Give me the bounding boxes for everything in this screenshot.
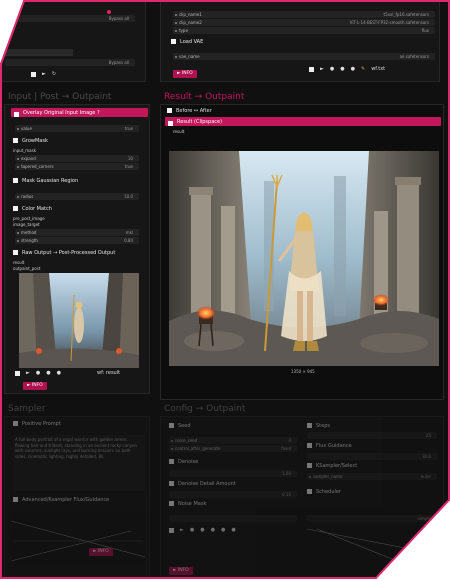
left-controls: ► ● ● ● wf: result <box>15 370 120 376</box>
positive-prompt-text[interactable]: A full-body portrait of a regal warrior … <box>13 435 145 491</box>
center-panel-title: Result → Outpaint <box>164 92 245 102</box>
load-vae-toggle[interactable]: Load VAE <box>171 39 203 45</box>
scheduler-row[interactable]: simple <box>307 515 437 522</box>
config-controls: ► ● ● ● ● ● <box>169 527 236 533</box>
value-row[interactable]: value true <box>15 125 139 132</box>
dot-icon[interactable]: ● <box>340 66 344 72</box>
refresh-icon[interactable]: ↻ <box>52 71 56 77</box>
canyon-warrior-image <box>169 151 439 366</box>
method-row[interactable]: method mkl <box>15 229 139 236</box>
top-left-panel: Bypass all Bypass all ► ↻ <box>0 0 146 82</box>
type-row[interactable]: type flux <box>173 27 435 34</box>
top-left-slot <box>1 49 73 56</box>
pre-post-image-label: pre_post_image <box>13 216 45 221</box>
outpaint-post-label: outpaint_post <box>13 266 41 271</box>
dot-icon[interactable]: ● <box>57 370 61 376</box>
dot-icon[interactable]: ● <box>351 66 355 72</box>
checkbox-icon[interactable] <box>15 370 20 376</box>
config-info-button[interactable]: ► INFO <box>169 567 193 575</box>
noise-seed-row[interactable]: noise_seed 0 <box>169 437 297 444</box>
sampler-name-row[interactable]: sampler_name euler <box>307 473 437 480</box>
play-icon[interactable]: ► <box>26 370 30 376</box>
input-mask-label: input_mask <box>13 148 37 153</box>
play-icon[interactable]: ► <box>42 71 46 77</box>
control-after-generate-row[interactable]: control_after_generate fixed <box>169 445 297 452</box>
clip-name1-row[interactable]: clip_name1 t5xxl_fp16.safetensors <box>173 11 435 18</box>
outpaint-preview-image[interactable] <box>19 273 139 368</box>
sampler-info-button[interactable]: ► INFO <box>89 548 113 556</box>
sampler-panel-title: Sampler <box>8 404 46 414</box>
result-output-label: result <box>173 129 185 134</box>
clip-name2-row[interactable]: clip_name2 ViT-L-14-BEST-FP32-smooth.saf… <box>173 19 435 26</box>
left-info-button[interactable]: ► INFO <box>23 382 47 390</box>
noise-mask-row[interactable] <box>169 515 297 522</box>
top-right-panel: clip_name1 t5xxl_fp16.safetensors clip_n… <box>160 0 440 82</box>
steps-toggle[interactable]: Steps <box>307 423 330 429</box>
result-image[interactable] <box>169 151 439 366</box>
left-panel-title: Input | Post → Outpaint <box>8 92 112 102</box>
top-left-controls: ► ↻ <box>31 71 56 77</box>
dot-icon[interactable]: ● <box>36 370 40 376</box>
top-left-row-1[interactable]: Bypass all <box>5 15 135 22</box>
image-target-label: image_target <box>13 222 40 227</box>
dot-icon[interactable]: ● <box>211 527 215 533</box>
radius-row[interactable]: radius 10.0 <box>15 193 139 200</box>
top-right-controls: ► ● ● ● ✎ wf.txt <box>309 66 385 72</box>
status-dot <box>107 10 111 14</box>
center-panel: Before ↔ After Result (Clipspace) result <box>160 104 444 400</box>
second-section-toggle[interactable]: Advanced/Ksampler Flux/Guidance <box>13 497 109 503</box>
config-connection-lines <box>307 528 441 562</box>
wf-result-label: wf: result <box>96 370 121 376</box>
checkbox-icon[interactable] <box>309 66 314 72</box>
denoise-row[interactable]: 1.00 <box>169 470 297 477</box>
denoise-toggle[interactable]: Denoise <box>169 459 198 465</box>
image-dimensions-caption: 1350 × 945 <box>291 369 315 374</box>
positive-prompt-toggle[interactable]: Positive Prompt <box>13 421 61 427</box>
guidance-row[interactable]: 30.0 <box>307 453 437 460</box>
denoise-detail-toggle[interactable]: Denoise Detail Amount <box>169 481 236 487</box>
vae-name-row[interactable]: vae_name ae.safetensors <box>173 53 435 60</box>
top-left-row-2[interactable]: Bypass all <box>5 59 135 66</box>
play-icon[interactable]: ► <box>320 66 324 72</box>
config-panel: Seed noise_seed 0 control_after_generate… <box>160 416 444 579</box>
canvas-workspace[interactable]: Bypass all Bypass all ► ↻ clip_name1 t5x… <box>0 0 450 579</box>
wf-label: wf.txt <box>371 66 386 72</box>
dot-icon[interactable]: ● <box>190 527 194 533</box>
result-label: result <box>13 260 25 265</box>
dot-icon[interactable]: ● <box>231 527 235 533</box>
flux-guidance-toggle[interactable]: Flux Guidance <box>307 443 352 449</box>
tapered-corners-row[interactable]: tapered_corners true <box>15 163 139 170</box>
dot-icon[interactable]: ● <box>221 527 225 533</box>
left-panel: Overlay Original Input Image ? value tru… <box>4 104 150 394</box>
color-match-toggle[interactable]: Color Match <box>13 206 52 212</box>
detail-row[interactable]: 0.10 <box>169 491 297 498</box>
checkbox-icon[interactable] <box>169 527 174 533</box>
connection-lines <box>11 511 145 563</box>
edit-icon[interactable]: ✎ <box>361 66 365 72</box>
ksampler-select-toggle[interactable]: KSampler/Select <box>307 463 357 469</box>
top-right-info-button[interactable]: ► INFO <box>173 70 197 78</box>
canyon-warrior-thumbnail <box>19 273 139 368</box>
config-panel-title: Config → Outpaint <box>164 404 246 414</box>
dot-icon[interactable]: ● <box>330 66 334 72</box>
raw-output-toggle[interactable]: Raw Output → Post-Processed Output <box>13 250 115 256</box>
dot-icon[interactable]: ● <box>200 527 204 533</box>
sampler-panel: Positive Prompt A full-body portrait of … <box>4 416 150 579</box>
checkbox-icon[interactable] <box>31 71 36 77</box>
strength-row[interactable]: strength 0.80 <box>15 237 139 244</box>
noise-mask-toggle[interactable]: Noise Mask <box>169 501 206 507</box>
dot-icon[interactable]: ● <box>46 370 50 376</box>
result-clipspace-bar[interactable]: Result (Clipspace) <box>165 117 441 126</box>
overlay-toggle[interactable]: Overlay Original Input Image ? <box>11 108 148 117</box>
grow-mask-toggle[interactable]: GrowMask <box>13 138 48 144</box>
seed-toggle[interactable]: Seed <box>169 423 191 429</box>
mask-gaussian-toggle[interactable]: Mask Gaussian Region <box>13 178 78 184</box>
scheduler-toggle[interactable]: Scheduler <box>307 489 341 495</box>
steps-row[interactable]: 25 <box>307 432 437 439</box>
play-icon[interactable]: ► <box>180 527 184 533</box>
before-after-toggle[interactable]: Before ↔ After <box>167 108 212 114</box>
expand-row[interactable]: expand 10 <box>15 155 139 162</box>
